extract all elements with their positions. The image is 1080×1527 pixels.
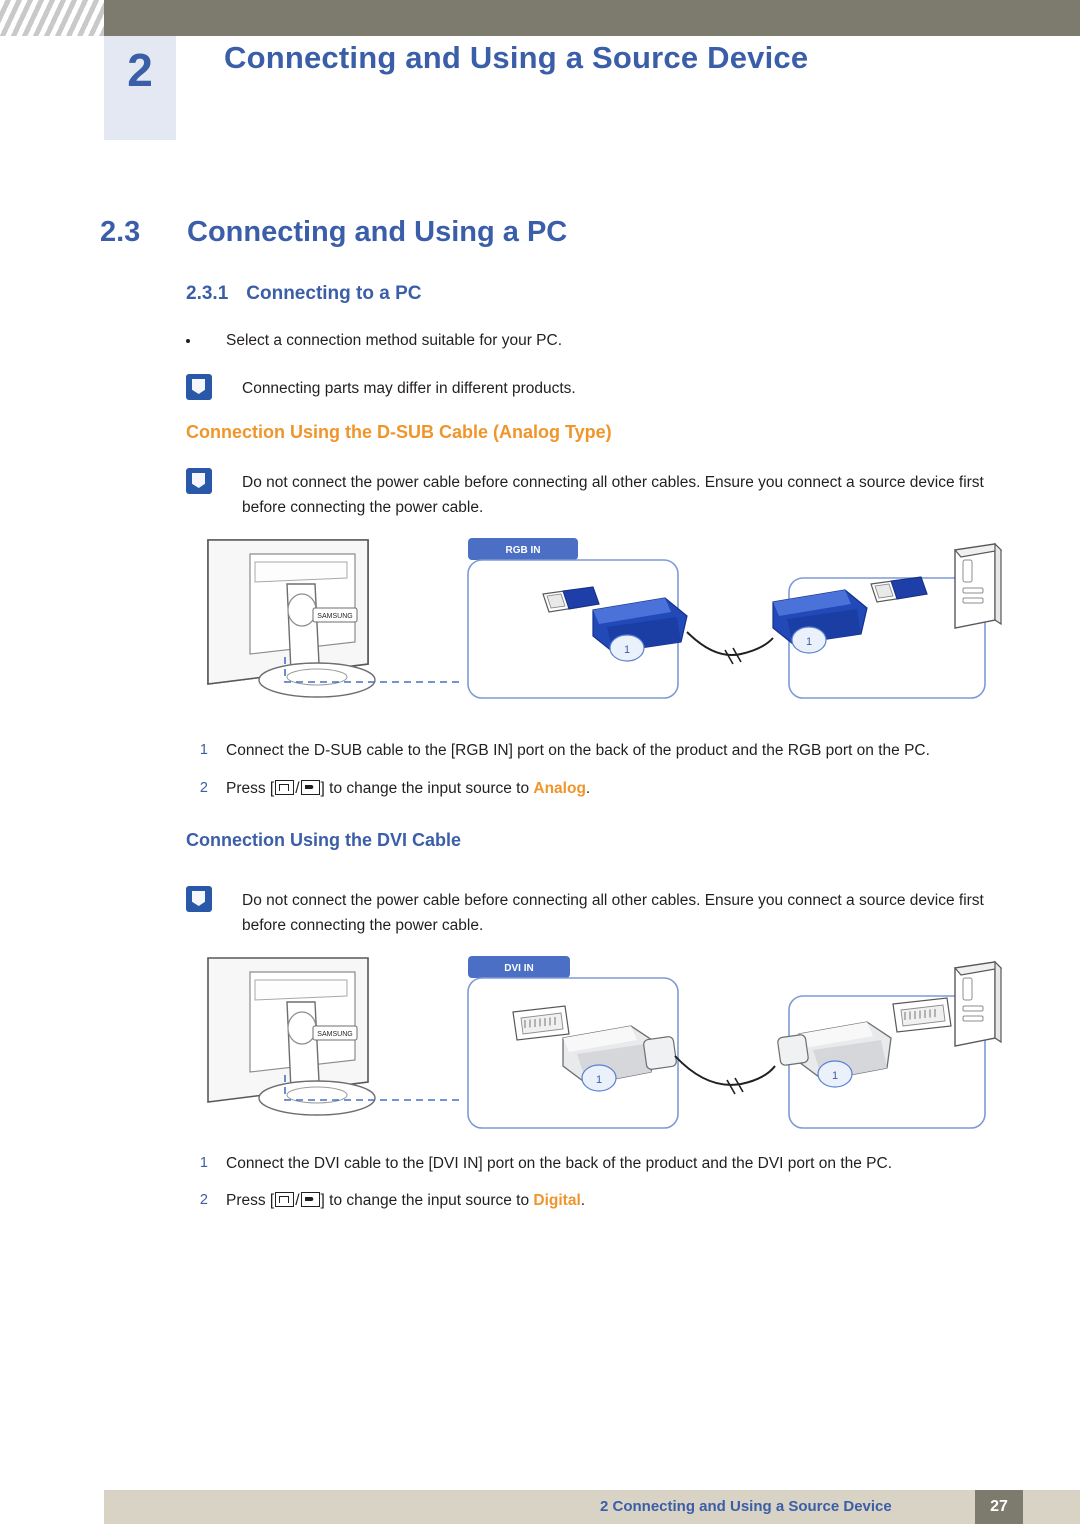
note-dsub-text: Do not connect the power cable before co… xyxy=(242,474,984,516)
dsub-step-2-middle: / xyxy=(295,780,300,797)
dsub-step-1-text: Connect the D-SUB cable to the [RGB IN] … xyxy=(226,742,930,759)
dvi-heading: Connection Using the DVI Cable xyxy=(186,830,462,850)
dsub-step-2-text: Press [/] to change the input source to … xyxy=(226,780,1016,798)
dvi-step-1-number: 1 xyxy=(199,1155,208,1171)
dsub-step-2: 2 Press [ / ] to change the input source t… xyxy=(186,780,1016,798)
source-key-icon xyxy=(275,1192,295,1207)
source-key-icon xyxy=(275,780,295,795)
section-number: 2.3 xyxy=(100,216,141,248)
rgb-in-tab-label: RGB IN xyxy=(506,545,541,556)
note-icon xyxy=(186,468,212,494)
enter-key-icon xyxy=(300,1192,320,1207)
svg-text:1: 1 xyxy=(596,1074,602,1086)
bullet-item: Select a connection method suitable for … xyxy=(186,332,562,350)
footer-bar xyxy=(104,1490,1080,1524)
figure-dsub-connection: SAMSUNG RGB IN 1 1 xyxy=(195,532,1015,732)
subsection-number: 2.3.1 xyxy=(186,283,229,304)
footer-text: 2 Connecting and Using a Source Device xyxy=(600,1498,892,1515)
dsub-step-2-suffix: ] to change the input source to xyxy=(320,780,534,797)
dvi-step-2-keyword: Digital xyxy=(533,1192,581,1209)
dvi-step-1-text: Connect the DVI cable to the [DVI IN] po… xyxy=(226,1155,893,1172)
svg-text:1: 1 xyxy=(806,636,812,648)
dvi-step-1: 1 Connect the DVI cable to the [DVI IN] … xyxy=(186,1155,1016,1173)
note-icon xyxy=(186,886,212,912)
subsection-heading: 2.3.1 Connecting to a PC xyxy=(186,283,422,305)
dvi-step-2-end: . xyxy=(580,1192,586,1209)
page-number: 27 xyxy=(975,1490,1023,1524)
section-title: Connecting and Using a PC xyxy=(187,216,568,248)
bullet-dot-icon xyxy=(186,339,190,343)
header-hatch-decoration xyxy=(0,0,104,36)
dsub-step-2-keyword: Analog xyxy=(533,780,586,797)
dvi-connector-small-right xyxy=(892,997,952,1033)
note-dvi-text: Do not connect the power cable before co… xyxy=(242,892,984,934)
dvi-step-2-number: 2 xyxy=(199,1192,208,1208)
svg-text:SAMSUNG: SAMSUNG xyxy=(317,1031,352,1038)
subsection-title: Connecting to a PC xyxy=(246,283,422,304)
dsub-heading: Connection Using the D-SUB Cable (Analog… xyxy=(186,422,612,442)
dvi-step-2-suffix: ] to change the input source to xyxy=(320,1192,534,1209)
dsub-step-2-end: . xyxy=(585,780,591,797)
note-icon xyxy=(186,374,212,400)
pc-tower-illustration xyxy=(953,542,1003,629)
pc-tower-illustration xyxy=(953,960,1003,1047)
dsub-step-2-prefix: Press [ xyxy=(226,780,275,797)
dsub-step-1-number: 1 xyxy=(199,742,208,758)
dvi-step-2-prefix: Press [ xyxy=(226,1192,275,1209)
dvi-connector-small-left xyxy=(512,1005,570,1041)
monitor-illustration: SAMSUNG xyxy=(207,539,376,698)
header-bar xyxy=(104,0,1080,36)
bullet-text: Select a connection method suitable for … xyxy=(226,332,563,349)
svg-text:1: 1 xyxy=(832,1070,838,1082)
enter-key-icon xyxy=(300,780,320,795)
figure-dvi-connection: SAMSUNG DVI IN 1 1 xyxy=(195,950,1015,1150)
chapter-title: Connecting and Using a Source Device xyxy=(224,40,809,75)
monitor-illustration: SAMSUNG xyxy=(207,957,376,1116)
dsub-step-2-number: 2 xyxy=(199,780,208,796)
chapter-number-box: 2 xyxy=(104,36,176,140)
dsub-step-1: 1 Connect the D-SUB cable to the [RGB IN… xyxy=(186,742,1016,760)
dvi-step-2: 2 Press [ / ] to change the input source t… xyxy=(186,1192,1016,1210)
svg-text:1: 1 xyxy=(624,644,630,656)
page-header: 2 Connecting and Using a Source Device xyxy=(0,0,1080,140)
dvi-step-2-text: Press [/] to change the input source to … xyxy=(226,1192,1016,1210)
dvi-in-tab-label: DVI IN xyxy=(504,963,533,974)
dvi-step-2-middle: / xyxy=(295,1192,300,1209)
svg-text:SAMSUNG: SAMSUNG xyxy=(317,613,352,620)
note-intro-text: Connecting parts may differ in different… xyxy=(242,380,576,397)
